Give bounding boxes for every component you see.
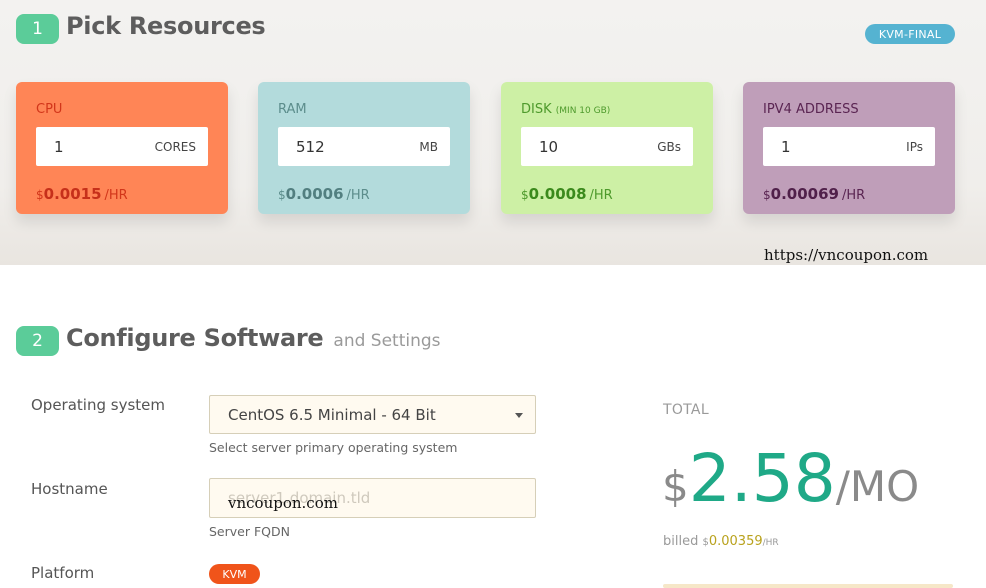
ram-price: $0.0006/HR	[278, 185, 370, 203]
step-2-badge: 2	[16, 326, 59, 356]
ram-unit: MB	[419, 140, 438, 154]
disk-price: $0.0008/HR	[521, 185, 613, 203]
step-1-badge: 1	[16, 14, 59, 44]
cpu-unit: CORES	[154, 140, 196, 154]
cpu-price: $0.0015/HR	[36, 185, 128, 203]
total-label: TOTAL	[663, 402, 709, 418]
ram-card: RAM 512 MB $0.0006/HR	[258, 82, 470, 214]
total-price: $2.58/MO	[662, 446, 919, 512]
hostname-help-text: Server FQDN	[209, 524, 290, 539]
caret-down-icon	[515, 413, 523, 418]
step-2-title-text: Configure Software	[66, 324, 324, 352]
step-1-title-text: Pick Resources	[66, 12, 266, 40]
order-panel-edge	[663, 584, 953, 588]
step-2-title: Configure Software and Settings	[66, 324, 441, 352]
disk-min-note: (MIN 10 GB)	[555, 106, 611, 116]
step-1-title: Pick Resources	[66, 12, 266, 40]
cpu-value: 1	[54, 138, 64, 156]
platform-label: Platform	[31, 564, 95, 582]
os-help-text: Select server primary operating system	[209, 440, 458, 455]
step-2-subtitle: and Settings	[333, 331, 441, 351]
ram-mb-input[interactable]: 512 MB	[278, 127, 450, 166]
watermark-text: vncoupon.com	[228, 494, 338, 512]
disk-label: DISK (MIN 10 GB)	[521, 102, 611, 117]
os-label: Operating system	[31, 396, 165, 414]
ipv4-price: $0.00069/HR	[763, 185, 866, 203]
ipv4-unit: IPs	[906, 140, 923, 154]
plan-tag: KVM-FINAL	[865, 24, 955, 44]
billed-hourly: billed $0.00359/HR	[663, 534, 779, 549]
ram-value: 512	[296, 138, 325, 156]
cpu-label: CPU	[36, 102, 63, 117]
os-select[interactable]: CentOS 6.5 Minimal - 64 Bit	[209, 395, 536, 434]
ipv4-card: IPV4 ADDRESS 1 IPs $0.00069/HR	[743, 82, 955, 214]
total-currency: $	[662, 462, 689, 511]
os-selected-value: CentOS 6.5 Minimal - 64 Bit	[228, 406, 436, 424]
total-period: /MO	[835, 462, 920, 511]
ipv4-label: IPV4 ADDRESS	[763, 102, 859, 117]
watermark-url: https://vncoupon.com	[764, 246, 929, 264]
platform-tag: KVM	[209, 564, 260, 584]
disk-card: DISK (MIN 10 GB) 10 GBs $0.0008/HR	[501, 82, 713, 214]
disk-gb-input[interactable]: 10 GBs	[521, 127, 693, 166]
step-1-number: 1	[32, 19, 43, 39]
cpu-cores-input[interactable]: 1 CORES	[36, 127, 208, 166]
disk-unit: GBs	[657, 140, 681, 154]
disk-value: 10	[539, 138, 559, 156]
hostname-label: Hostname	[31, 480, 108, 498]
step-2-number: 2	[32, 331, 43, 351]
cpu-card: CPU 1 CORES $0.0015/HR	[16, 82, 228, 214]
total-amount: 2.58	[688, 440, 836, 517]
ipv4-count-input[interactable]: 1 IPs	[763, 127, 935, 166]
ram-label: RAM	[278, 102, 307, 117]
ipv4-value: 1	[781, 138, 791, 156]
